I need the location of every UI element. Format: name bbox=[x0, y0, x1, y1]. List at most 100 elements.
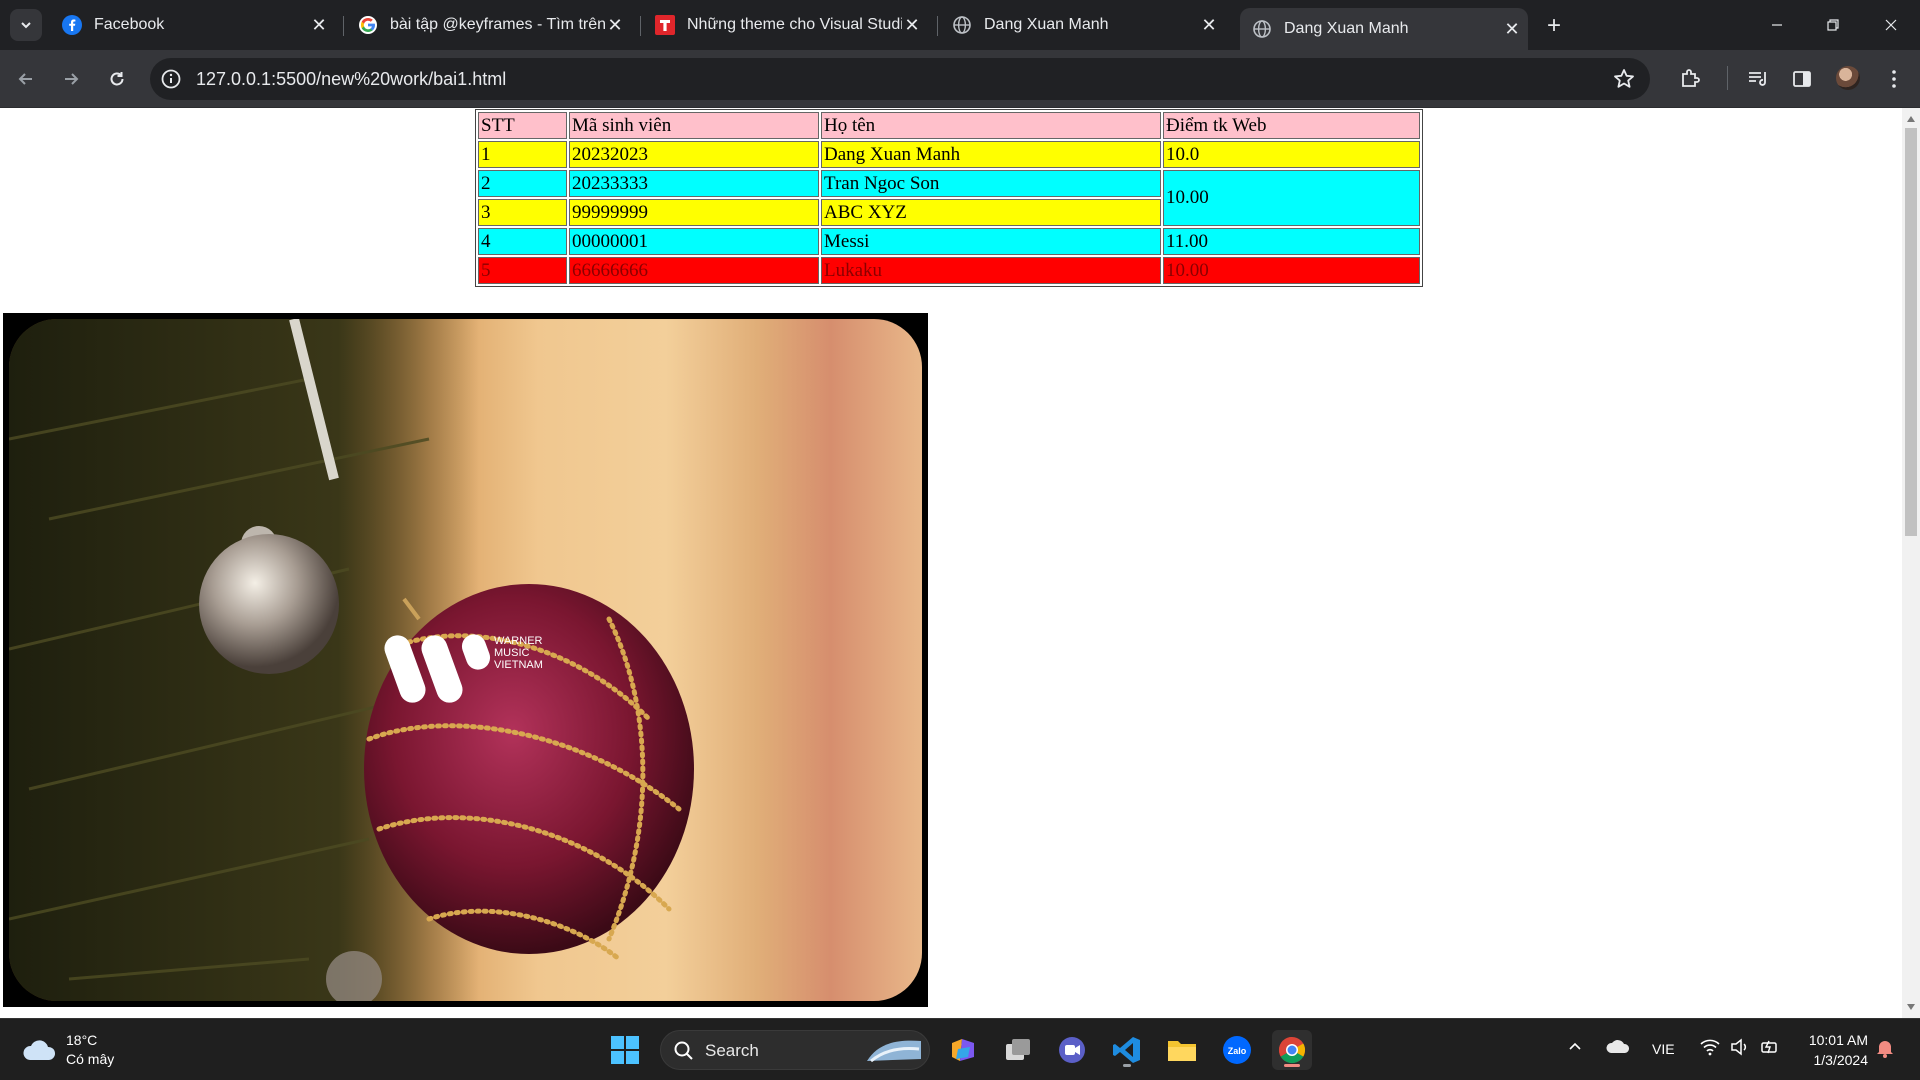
wifi-icon bbox=[1700, 1039, 1720, 1056]
reload-button[interactable] bbox=[101, 63, 133, 95]
weather-description: Có mây bbox=[66, 1051, 115, 1067]
show-hidden-icons[interactable] bbox=[1567, 1038, 1583, 1057]
christmas-ornament-image: WARNER MUSIC VIETNAM bbox=[3, 313, 928, 1007]
cell-name: ABC XYZ bbox=[821, 199, 1161, 226]
new-tab-button[interactable]: + bbox=[1540, 12, 1568, 40]
scrollbar-thumb[interactable] bbox=[1905, 128, 1917, 536]
onedrive-cloud-icon bbox=[1606, 1040, 1630, 1053]
tab-google-search[interactable]: bài tập @keyframes - Tìm trên G ✕ bbox=[346, 8, 631, 42]
cell-student-id: 66666666 bbox=[569, 257, 819, 284]
vscode-icon bbox=[1113, 1037, 1140, 1063]
media-controls-button[interactable] bbox=[1744, 65, 1772, 93]
close-icon[interactable]: ✕ bbox=[309, 15, 329, 35]
globe-icon bbox=[1252, 19, 1272, 39]
scroll-up-arrow[interactable] bbox=[1907, 116, 1915, 122]
weather-widget[interactable]: 18°C Có mây bbox=[22, 1031, 114, 1069]
tab-separator bbox=[640, 16, 641, 36]
running-indicator bbox=[1284, 1064, 1300, 1067]
cell-student-id: 00000001 bbox=[569, 228, 819, 255]
side-panel-icon bbox=[1793, 71, 1811, 87]
side-panel-button[interactable] bbox=[1788, 65, 1816, 93]
cell-name: Tran Ngoc Son bbox=[821, 170, 1161, 197]
close-icon[interactable]: ✕ bbox=[1199, 15, 1219, 35]
cell-stt: 3 bbox=[478, 199, 567, 226]
arrow-left-icon bbox=[18, 73, 32, 85]
browser-menu-button[interactable] bbox=[1880, 65, 1908, 93]
onedrive-tray[interactable] bbox=[1606, 1038, 1630, 1057]
cell-score-merged: 10.00 bbox=[1163, 170, 1420, 226]
cell-stt: 2 bbox=[478, 170, 567, 197]
taskbar-search[interactable]: Search bbox=[660, 1030, 930, 1070]
notifications-button[interactable] bbox=[1876, 1038, 1894, 1061]
restore-icon bbox=[1827, 19, 1839, 31]
bell-icon bbox=[1877, 1041, 1893, 1058]
cell-student-id: 99999999 bbox=[569, 199, 819, 226]
close-icon[interactable]: ✕ bbox=[605, 15, 625, 35]
folder-icon bbox=[1168, 1041, 1196, 1061]
speaker-icon bbox=[1731, 1038, 1747, 1056]
battery-tray[interactable] bbox=[1760, 1038, 1780, 1059]
file-explorer-app[interactable] bbox=[1162, 1030, 1202, 1070]
copilot-app[interactable] bbox=[943, 1030, 983, 1070]
search-label: Search bbox=[705, 1041, 759, 1060]
tab-title: bài tập @keyframes - Tìm trên G bbox=[390, 16, 605, 33]
forward-button[interactable] bbox=[55, 63, 87, 95]
arrow-right-icon bbox=[65, 73, 79, 85]
header-cell: STT bbox=[478, 112, 567, 139]
profile-avatar[interactable] bbox=[1836, 66, 1860, 90]
zalo-icon: Zalo bbox=[1223, 1036, 1251, 1064]
close-icon[interactable]: ✕ bbox=[1502, 19, 1522, 39]
vertical-scrollbar[interactable] bbox=[1902, 108, 1920, 1018]
restore-button[interactable] bbox=[1818, 10, 1848, 40]
back-button[interactable] bbox=[10, 63, 42, 95]
svg-text:Zalo: Zalo bbox=[1228, 1046, 1247, 1056]
svg-text:MUSIC: MUSIC bbox=[494, 647, 530, 659]
image-frame: WARNER MUSIC VIETNAM bbox=[9, 319, 922, 1001]
bookmark-star-icon[interactable] bbox=[1612, 67, 1636, 91]
svg-text:VIETNAM: VIETNAM bbox=[494, 659, 543, 671]
tab-dang-xuan-manh-1[interactable]: Dang Xuan Manh ✕ bbox=[940, 8, 1225, 42]
system-clock[interactable]: 10:01 AM 1/3/2024 bbox=[1796, 1030, 1868, 1070]
tab-facebook[interactable]: Facebook ✕ bbox=[50, 8, 335, 42]
zalo-app[interactable]: Zalo bbox=[1217, 1030, 1257, 1070]
cell-score: 10.00 bbox=[1163, 257, 1420, 284]
network-tray[interactable] bbox=[1700, 1038, 1720, 1059]
cell-name: Dang Xuan Manh bbox=[821, 141, 1161, 168]
close-icon[interactable]: ✕ bbox=[902, 15, 922, 35]
cloud-icon bbox=[23, 1040, 56, 1060]
clock-time: 10:01 AM bbox=[1808, 1032, 1868, 1048]
tab-visual-studio-themes[interactable]: Những theme cho Visual Studio ✕ bbox=[643, 8, 928, 42]
search-highlight-image bbox=[867, 1040, 921, 1063]
running-indicator bbox=[1123, 1064, 1131, 1067]
extensions-button[interactable] bbox=[1676, 65, 1704, 93]
tab-strip: Facebook ✕ bài tập @keyframes - Tìm trên… bbox=[0, 0, 1920, 50]
cell-score: 11.00 bbox=[1163, 228, 1420, 255]
close-window-button[interactable] bbox=[1876, 10, 1906, 40]
table-row: 1 20232023 Dang Xuan Manh 10.0 bbox=[478, 141, 1420, 168]
task-view-button[interactable] bbox=[998, 1030, 1038, 1070]
teams-meet-app[interactable] bbox=[1052, 1030, 1092, 1070]
cell-name: Messi bbox=[821, 228, 1161, 255]
minimize-button[interactable] bbox=[1762, 10, 1792, 40]
vscode-app[interactable] bbox=[1107, 1030, 1147, 1070]
url-text[interactable]: 127.0.0.1:5500/new%20work/bai1.html bbox=[196, 69, 506, 90]
address-bar[interactable]: 127.0.0.1:5500/new%20work/bai1.html bbox=[150, 58, 1650, 100]
more-vertical-icon bbox=[1892, 70, 1896, 88]
cell-stt: 1 bbox=[478, 141, 567, 168]
tab-search-button[interactable] bbox=[10, 9, 42, 41]
table-header-row: STT Mã sinh viên Họ tên Điểm tk Web bbox=[478, 112, 1420, 139]
search-icon bbox=[674, 1041, 693, 1060]
scroll-down-arrow[interactable] bbox=[1907, 1004, 1915, 1010]
reload-icon bbox=[110, 72, 124, 86]
tab-dang-xuan-manh-active[interactable]: Dang Xuan Manh ✕ bbox=[1240, 8, 1528, 50]
tab-title: Dang Xuan Manh bbox=[984, 16, 1109, 33]
table-row: 5 66666666 Lukaku 10.00 bbox=[478, 257, 1420, 284]
cell-name: Lukaku bbox=[821, 257, 1161, 284]
cell-student-id: 20233333 bbox=[569, 170, 819, 197]
start-button[interactable] bbox=[605, 1030, 645, 1070]
volume-tray[interactable] bbox=[1730, 1038, 1750, 1059]
site-info-icon[interactable] bbox=[160, 68, 182, 90]
chrome-app[interactable] bbox=[1272, 1030, 1312, 1070]
input-language[interactable]: VIE bbox=[1652, 1041, 1675, 1057]
battery-charging-icon bbox=[1761, 1040, 1777, 1054]
